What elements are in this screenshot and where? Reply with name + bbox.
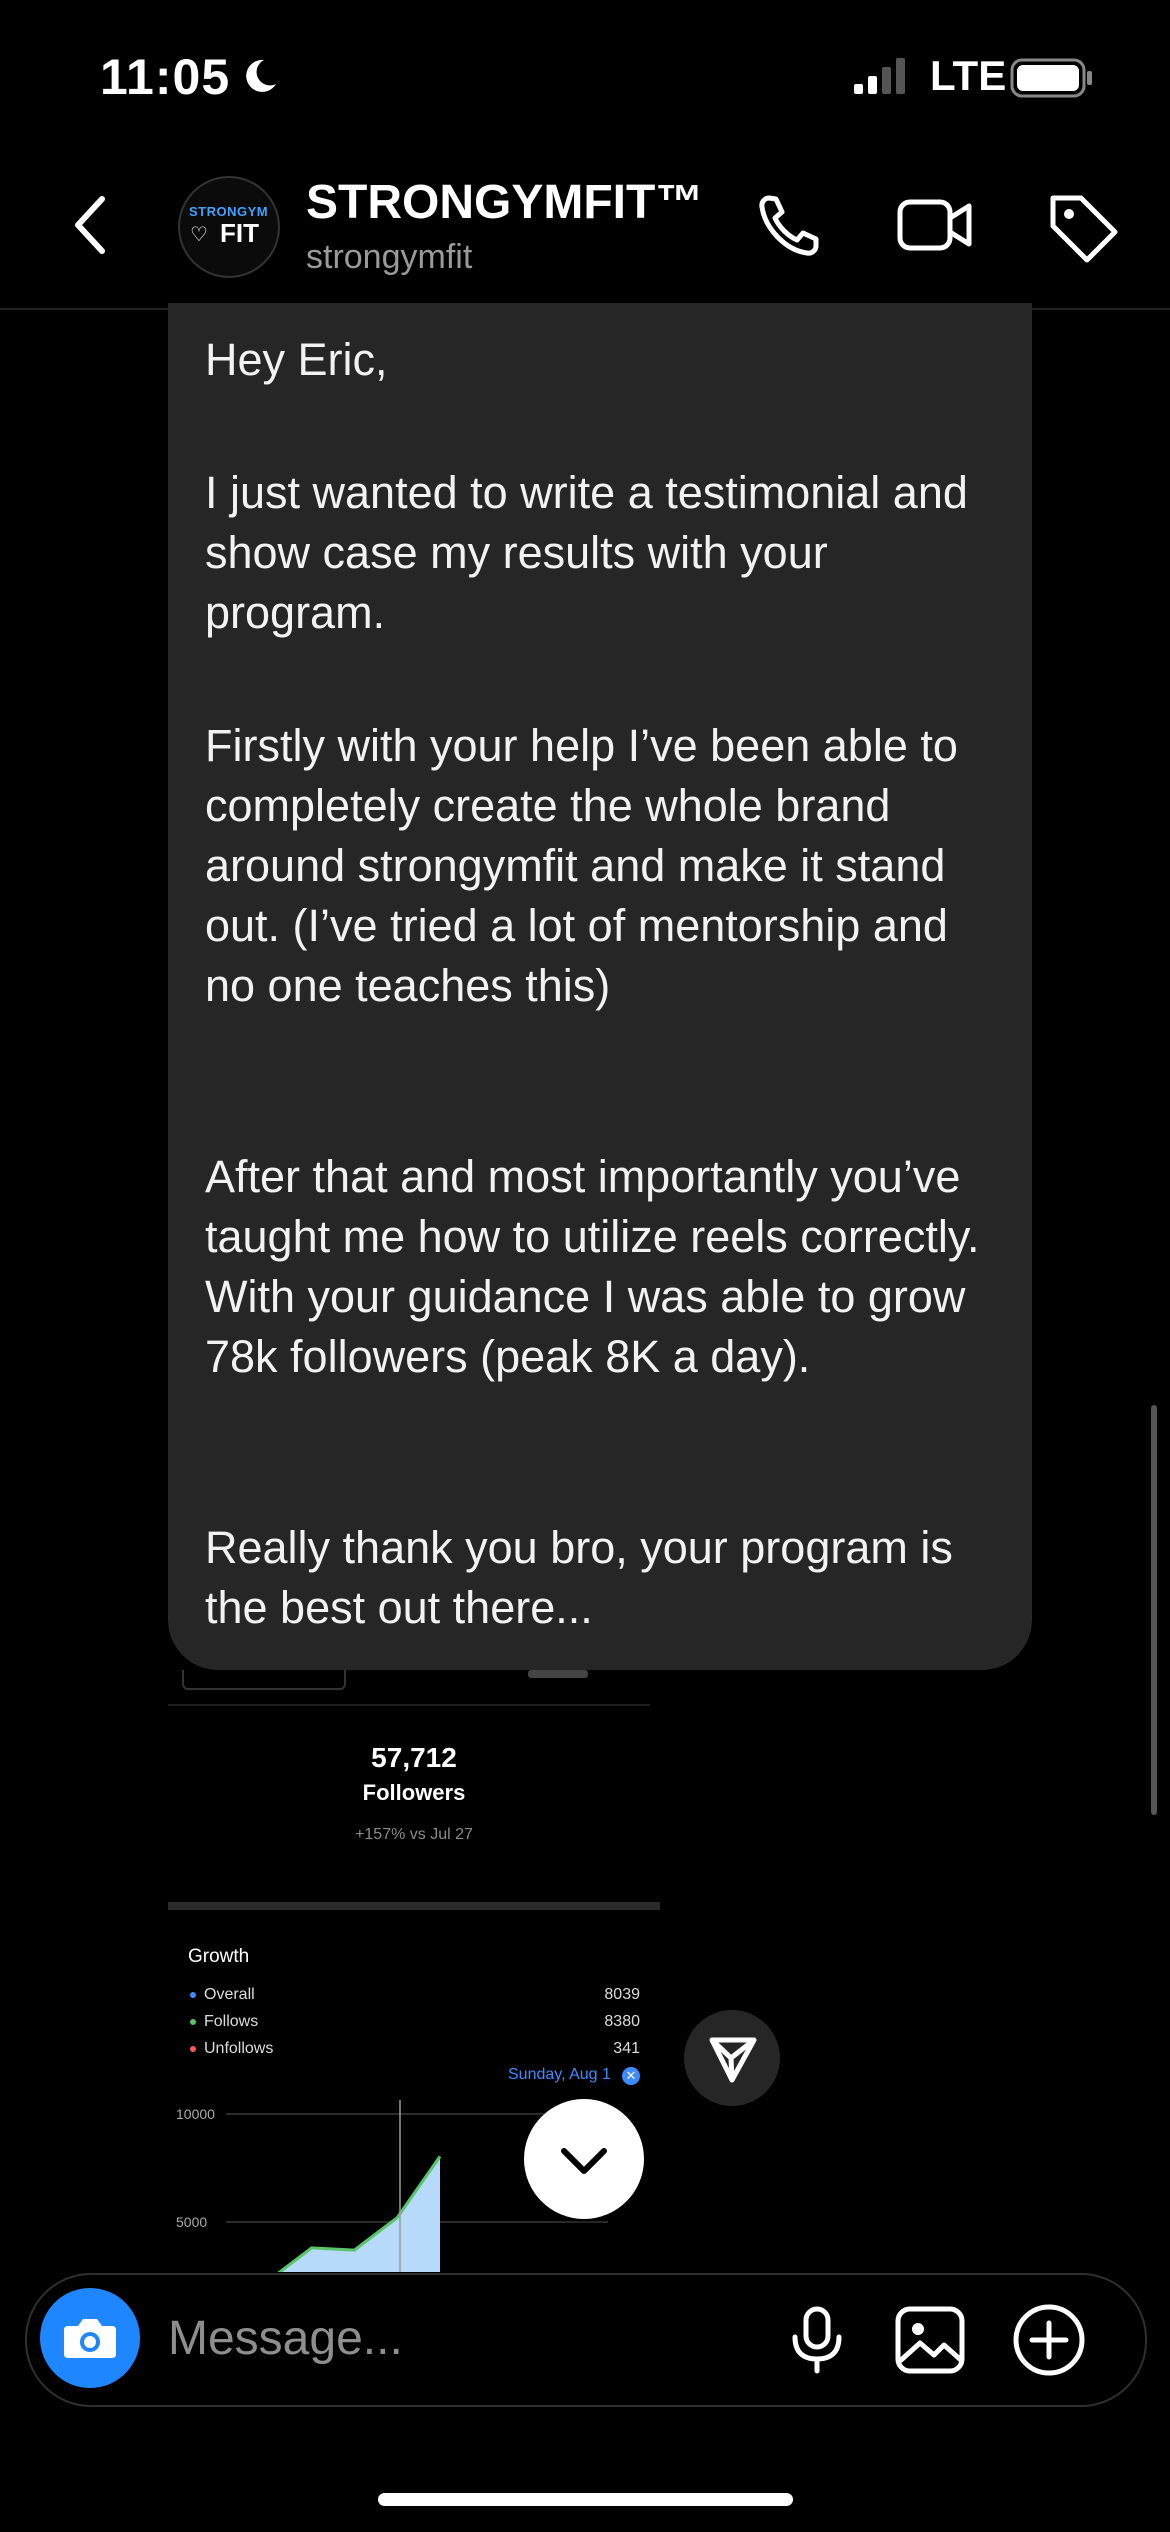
growth-area: [279, 2156, 440, 2272]
phone-icon[interactable]: [755, 190, 825, 265]
moon-icon: [240, 56, 280, 101]
message-text: I just wanted to write a testimonial and…: [205, 467, 968, 638]
camera-icon: [64, 2319, 116, 2358]
status-time: 11:05: [100, 49, 231, 105]
message-text: Hey Eric,: [205, 334, 388, 385]
home-indicator: [378, 2493, 793, 2506]
back-chevron-icon[interactable]: [70, 195, 110, 260]
battery-icon: [1010, 58, 1094, 103]
gallery-icon[interactable]: [894, 2305, 966, 2380]
share-button[interactable]: [684, 2010, 780, 2106]
message-text: Really thank you bro, your program is th…: [205, 1522, 953, 1633]
scroll-to-bottom-button[interactable]: [524, 2099, 644, 2219]
chevron-down-icon: [561, 2148, 607, 2174]
dumbbell-icon: ♡: [190, 224, 208, 246]
tag-icon[interactable]: [1045, 190, 1121, 271]
add-circle-icon[interactable]: [1012, 2303, 1086, 2382]
microphone-icon[interactable]: [787, 2305, 847, 2380]
scrollbar[interactable]: [1151, 1405, 1157, 1815]
chat-header: [0, 150, 1170, 310]
signal-icon: [852, 58, 912, 101]
network-label: LTE: [930, 52, 1007, 99]
camera-button[interactable]: [40, 2288, 140, 2388]
message-text: Firstly with your help I’ve been able to…: [205, 720, 958, 1011]
avatar[interactable]: STRONGYM ♡ FIT: [178, 176, 280, 278]
avatar-logo-text: STRONGYM: [189, 204, 269, 219]
paper-plane-icon: [709, 2037, 757, 2083]
video-call-icon[interactable]: [895, 190, 975, 265]
message-text: After that and most importantly you’ve t…: [205, 1151, 980, 1382]
avatar-logo-fit: FIT: [220, 218, 259, 248]
message-input[interactable]: [168, 2308, 728, 2368]
contact-handle[interactable]: strongymfit: [306, 238, 472, 277]
contact-name[interactable]: STRONGYMFIT™: [306, 175, 703, 230]
